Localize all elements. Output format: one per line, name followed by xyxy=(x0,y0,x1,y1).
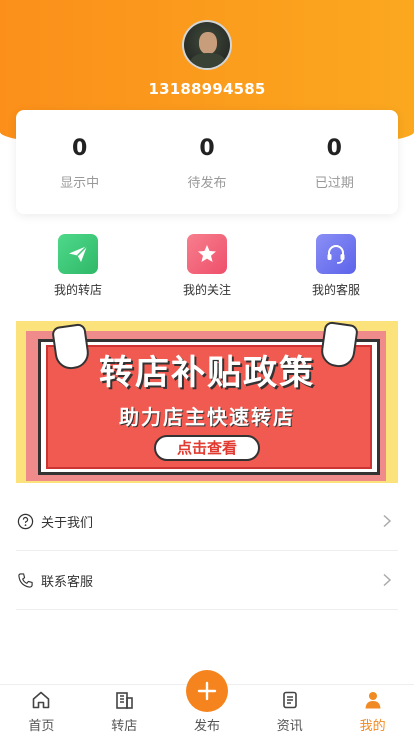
chevron-right-icon xyxy=(383,573,392,587)
avatar-face xyxy=(199,32,217,54)
phone-icon xyxy=(16,571,34,589)
stat-showing[interactable]: 0 显示中 xyxy=(16,110,143,214)
quick-action-my-transfers[interactable]: 我的转店 xyxy=(28,234,128,298)
stat-value: 0 xyxy=(326,136,342,161)
headset-icon xyxy=(316,234,356,274)
tab-home[interactable]: 首页 xyxy=(0,685,83,736)
promo-banner[interactable]: 转店补贴政策 助力店主快速转店 点击查看 xyxy=(16,321,398,483)
star-icon xyxy=(187,234,227,274)
menu-item-label: 联系客服 xyxy=(41,574,94,590)
banner-subtitle: 助力店主快速转店 xyxy=(119,405,295,429)
news-icon xyxy=(282,691,297,709)
listing-stats-card: 0 显示中 0 待发布 0 已过期 xyxy=(16,110,398,214)
avatar-body xyxy=(190,53,226,68)
banner-title: 转店补贴政策 xyxy=(99,353,315,393)
stat-value: 0 xyxy=(72,136,88,161)
stat-label: 待发布 xyxy=(187,176,227,191)
tab-label: 我的 xyxy=(359,719,386,734)
user-icon xyxy=(365,692,381,709)
stat-value: 0 xyxy=(199,136,215,161)
quick-action-label: 我的关注 xyxy=(182,283,231,297)
stat-label: 已过期 xyxy=(314,176,354,191)
menu-item-about[interactable]: 关于我们 xyxy=(16,492,398,551)
menu-item-contact[interactable]: 联系客服 xyxy=(16,551,398,610)
banner-cta[interactable]: 点击查看 xyxy=(154,435,260,461)
stat-label: 显示中 xyxy=(60,176,100,191)
quick-action-my-follows[interactable]: 我的关注 xyxy=(157,234,257,298)
paper-plane-icon xyxy=(58,234,98,274)
quick-action-my-service[interactable]: 我的客服 xyxy=(286,234,386,298)
home-icon xyxy=(33,691,50,709)
settings-menu: 关于我们 联系客服 xyxy=(16,492,398,610)
stat-expired[interactable]: 0 已过期 xyxy=(271,110,398,214)
stat-pending[interactable]: 0 待发布 xyxy=(143,110,270,214)
building-icon xyxy=(116,692,133,709)
tab-transfer[interactable]: 转店 xyxy=(83,685,166,736)
tab-news[interactable]: 资讯 xyxy=(248,685,331,736)
publish-label: 发布 xyxy=(193,719,220,734)
tab-label: 首页 xyxy=(28,719,55,734)
quick-action-label: 我的转店 xyxy=(53,283,102,297)
user-phone: 13188994585 xyxy=(148,80,266,98)
quick-actions: 我的转店 我的关注 我的客服 xyxy=(0,234,414,298)
tab-mine[interactable]: 我的 xyxy=(331,685,414,736)
plus-icon xyxy=(197,681,217,701)
profile-page: 13188994585 0 显示中 0 待发布 0 已过期 我的转店 我的关注 xyxy=(0,0,414,736)
tab-label: 资讯 xyxy=(276,719,303,734)
tab-label: 转店 xyxy=(111,719,138,734)
question-circle-icon xyxy=(16,512,34,530)
quick-action-label: 我的客服 xyxy=(311,283,360,297)
chevron-right-icon xyxy=(383,514,392,528)
menu-item-label: 关于我们 xyxy=(41,515,94,531)
avatar[interactable] xyxy=(182,20,232,70)
publish-button[interactable] xyxy=(186,670,228,712)
